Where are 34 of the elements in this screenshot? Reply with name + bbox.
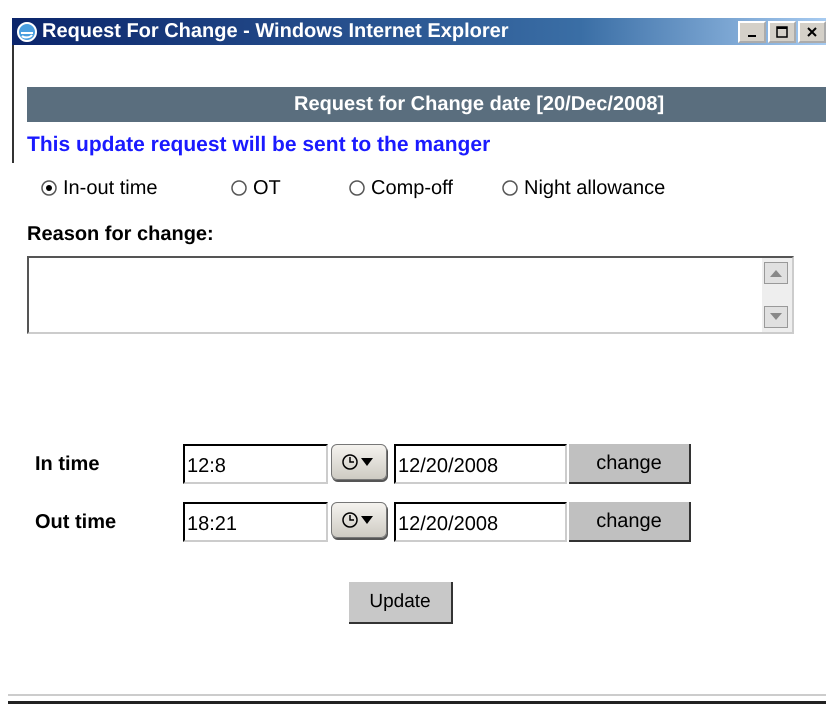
section-header: Request for Change date [20/Dec/2008] [27, 87, 826, 122]
window-title: Request For Change - Windows Internet Explorer [42, 20, 510, 43]
minimize-icon [748, 34, 756, 36]
scroll-up-icon [764, 262, 788, 284]
radio-label: In-out time [63, 176, 158, 200]
time-field[interactable]: 12:8 [183, 444, 328, 484]
time-field[interactable]: 18:21 [183, 502, 328, 542]
minimize-button[interactable] [738, 20, 766, 42]
close-button[interactable] [798, 20, 826, 42]
radio-label: Night allowance [524, 176, 666, 200]
radio-label: Comp-off [371, 176, 453, 200]
radio-button[interactable] [502, 180, 518, 196]
change-button[interactable]: change [569, 502, 691, 542]
notice-text: This update request will be sent to the manger [27, 133, 492, 157]
close-icon [807, 26, 817, 36]
update-button[interactable]: Update [349, 582, 453, 624]
radio-button[interactable] [41, 180, 57, 196]
radio-button[interactable] [231, 180, 247, 196]
reason-label: Reason for change: [27, 223, 215, 246]
maximize-icon [776, 26, 788, 38]
time-picker-button[interactable] [331, 444, 387, 480]
scroll-down-icon [764, 306, 788, 328]
browser-icon [16, 20, 38, 42]
field-label: Out time [35, 510, 118, 534]
reason-textarea[interactable] [27, 256, 794, 334]
maximize-button[interactable] [768, 20, 796, 42]
date-field[interactable]: 12/20/2008 [394, 444, 567, 484]
scrollbar[interactable] [762, 258, 792, 332]
radio-label: OT [253, 176, 281, 200]
time-picker-button[interactable] [331, 502, 387, 538]
change-button[interactable]: change [569, 444, 691, 484]
field-label: In time [35, 452, 100, 476]
radio-button[interactable] [349, 180, 365, 196]
date-field[interactable]: 12/20/2008 [394, 502, 567, 542]
